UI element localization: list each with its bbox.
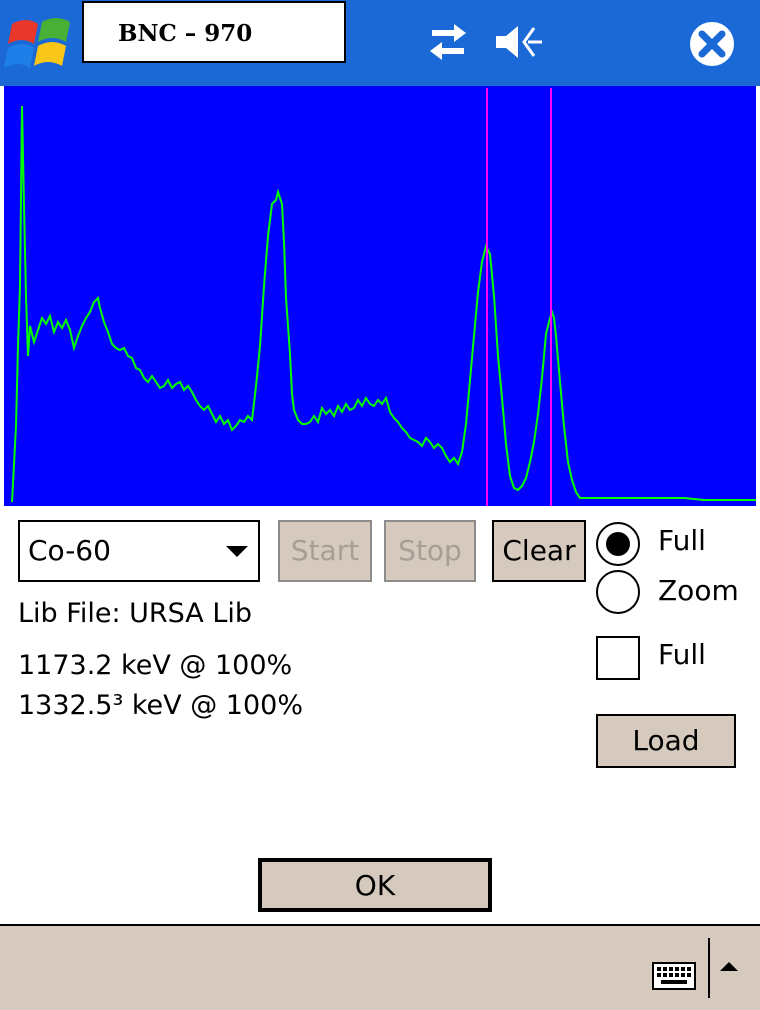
- connectivity-icon[interactable]: [428, 22, 468, 62]
- close-button[interactable]: [688, 20, 736, 68]
- close-icon: [690, 22, 734, 66]
- stop-button[interactable]: Stop: [384, 520, 476, 582]
- isotope-dropdown[interactable]: Co-60: [18, 520, 260, 582]
- spectrum-plot[interactable]: [4, 86, 756, 506]
- lib-file-label: Lib File: URSA Lib: [18, 598, 253, 629]
- ok-button[interactable]: OK: [258, 858, 492, 912]
- radio-selected-dot: [606, 532, 630, 556]
- energy-line-2: 1332.5³ keV @ 100%: [18, 690, 303, 721]
- radio-full[interactable]: [596, 522, 640, 566]
- start-button[interactable]: Start: [278, 520, 372, 582]
- radio-full-label[interactable]: Full: [658, 524, 706, 557]
- spectrum-canvas: [11, 88, 756, 506]
- load-button[interactable]: Load: [596, 714, 736, 768]
- window-title: BNC – 970: [82, 1, 346, 63]
- chevron-down-icon: [226, 546, 248, 557]
- radio-zoom-label[interactable]: Zoom: [658, 574, 739, 607]
- windows-logo-icon: [4, 18, 70, 68]
- isotope-dropdown-value: Co-60: [28, 534, 111, 567]
- clear-button[interactable]: Clear: [492, 520, 586, 582]
- energy-line-1: 1173.2 keV @ 100%: [18, 650, 293, 681]
- title-bar: BNC – 970: [0, 0, 760, 86]
- full-checkbox-label[interactable]: Full: [658, 638, 706, 671]
- menu-separator: [708, 938, 710, 998]
- sip-arrow-up-icon[interactable]: [720, 962, 738, 971]
- start-menu-button[interactable]: [4, 4, 80, 86]
- form-area: Co-60 Start Stop Clear Full Zoom Full Lo…: [4, 506, 756, 924]
- volume-icon[interactable]: [494, 22, 546, 62]
- keyboard-icon[interactable]: [652, 962, 696, 990]
- spectrum-trace: [11, 105, 756, 503]
- radio-zoom[interactable]: [596, 570, 640, 614]
- menu-bar: [0, 924, 760, 1010]
- full-checkbox[interactable]: [596, 636, 640, 680]
